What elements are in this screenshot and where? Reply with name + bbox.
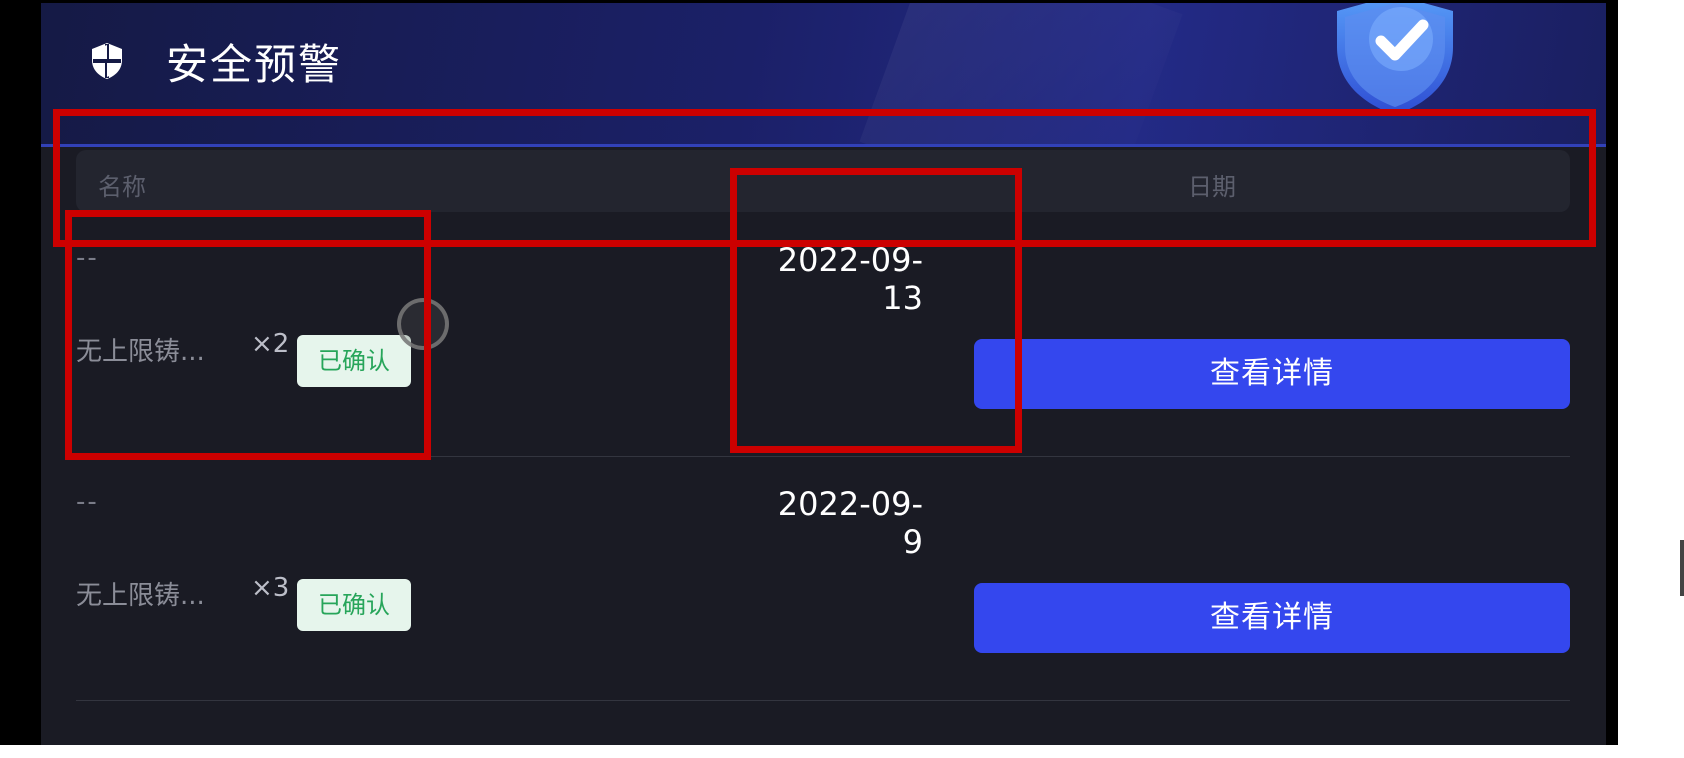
screenshot-page: 安全预警 名称 日期 -- 无上限铸... ×2 已确认 2022-09- 13… — [0, 0, 1684, 758]
annotation-box-date — [730, 168, 1022, 453]
row-date-line2: 9 — [902, 523, 923, 561]
table-row: -- 无上限铸... ×3 已确认 2022-09- 9 查看详情 — [76, 457, 1570, 701]
view-details-button[interactable]: 查看详情 — [974, 583, 1570, 653]
page-title: 安全预警 — [166, 40, 343, 89]
shield-icon — [92, 43, 122, 79]
right-margin — [1618, 0, 1684, 758]
scroll-edge-mark — [1680, 540, 1684, 596]
bottom-margin — [0, 745, 1684, 758]
row-divider — [76, 700, 1570, 701]
annotation-box-name — [65, 210, 431, 460]
status-badge: 已确认 — [297, 579, 411, 631]
row-date: 2022-09- 9 — [723, 485, 923, 561]
view-details-button[interactable]: 查看详情 — [974, 339, 1570, 409]
row-item-name: 无上限铸... — [76, 581, 205, 611]
row-item-count: ×3 — [251, 573, 290, 603]
shield-check-icon — [1337, 3, 1453, 115]
row-category: -- — [76, 487, 99, 517]
row-date-line1: 2022-09- — [777, 485, 923, 523]
